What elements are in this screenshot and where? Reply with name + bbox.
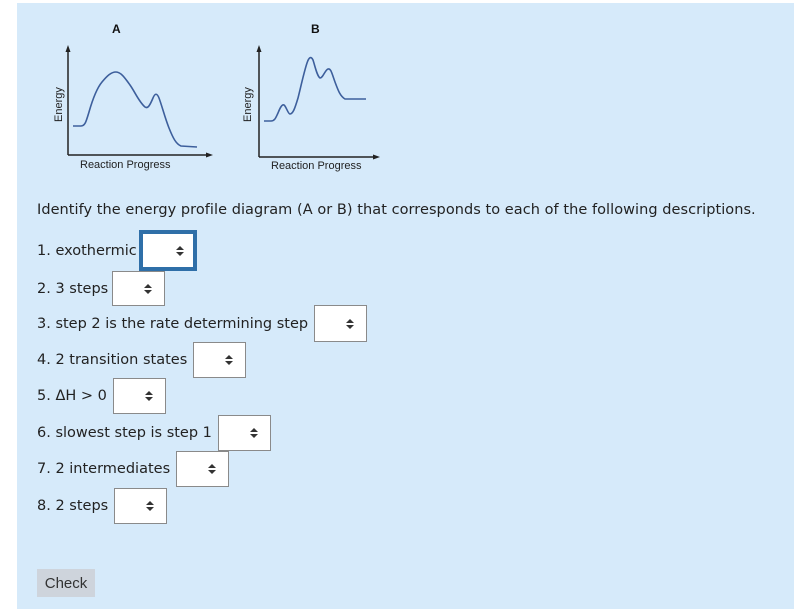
- diagram-b-x-label: Reaction Progress: [271, 160, 362, 172]
- question-1-label: 1. exothermic: [37, 242, 137, 259]
- answer-select-3[interactable]: [314, 305, 368, 342]
- question-7-label: 7. 2 intermediates: [37, 461, 171, 477]
- diagram-a-y-arrow: [65, 45, 71, 52]
- question-6-label: 6. slowest step is step 1: [37, 425, 212, 441]
- diagram-b-x-arrow: [373, 154, 380, 160]
- check-button[interactable]: Check: [37, 569, 95, 597]
- question-7: 7. 2 intermediates: [37, 451, 230, 487]
- diagram-b-y-label: Energy: [242, 87, 254, 122]
- answer-select-4[interactable]: [193, 342, 247, 378]
- answer-select-5[interactable]: [112, 378, 166, 414]
- diagram-b-y-arrow: [256, 45, 262, 52]
- up-down-arrows-icon: [225, 355, 234, 365]
- diagram-a-title: A: [112, 22, 121, 36]
- question-3: 3. step 2 is the rate determining step: [37, 305, 368, 342]
- answer-select-8[interactable]: [114, 488, 168, 524]
- diagram-a-curve: [73, 71, 198, 148]
- diagram-b-curve: [264, 56, 366, 122]
- up-down-arrows-icon: [346, 318, 355, 329]
- question-3-label: 3. step 2 is the rate determining step: [37, 315, 309, 332]
- question-2: 2. 3 steps: [37, 271, 166, 306]
- up-down-arrows-icon: [175, 245, 184, 256]
- answer-select-2[interactable]: [112, 271, 166, 306]
- question-8: 8. 2 steps: [37, 488, 168, 524]
- question-1: 1. exothermic: [37, 230, 197, 271]
- up-down-arrows-icon: [249, 428, 258, 438]
- question-2-label: 2. 3 steps: [37, 280, 109, 297]
- up-down-arrows-icon: [144, 391, 153, 401]
- question-4: 4. 2 transition states: [37, 342, 247, 378]
- question-6: 6. slowest step is step 1: [37, 415, 271, 451]
- question-8-label: 8. 2 steps: [37, 498, 109, 514]
- diagram-b-title: B: [311, 22, 320, 36]
- answer-select-1[interactable]: [138, 230, 197, 271]
- question-5: 5. ΔH > 0: [37, 378, 166, 414]
- diagram-a-y-label: Energy: [53, 87, 65, 122]
- up-down-arrows-icon: [146, 501, 155, 511]
- diagram-a-x-label: Reaction Progress: [80, 159, 171, 171]
- instructions-text: Identify the energy profile diagram (A o…: [37, 202, 756, 218]
- answer-select-7[interactable]: [176, 451, 230, 487]
- question-4-label: 4. 2 transition states: [37, 352, 188, 368]
- diagram-b-plot: [256, 45, 380, 160]
- answer-select-6[interactable]: [217, 415, 271, 451]
- diagram-a-x-arrow: [206, 152, 213, 158]
- question-5-label: 5. ΔH > 0: [37, 388, 107, 404]
- up-down-arrows-icon: [144, 283, 153, 294]
- diagram-a-plot: [65, 45, 213, 158]
- up-down-arrows-icon: [208, 464, 217, 474]
